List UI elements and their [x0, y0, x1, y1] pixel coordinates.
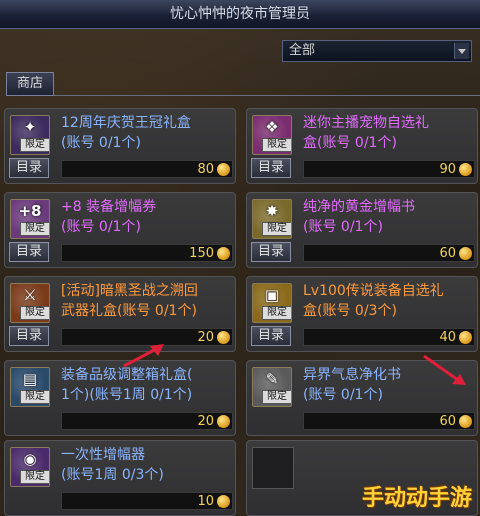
- item-card[interactable]: ✦ 限定 12周年庆贺王冠礼盒 (账号 0/1个) 目录 80: [4, 108, 236, 184]
- limited-badge: 限定: [262, 138, 291, 152]
- coin-icon: [217, 415, 230, 428]
- item-icon[interactable]: ⚔ 限定: [10, 283, 50, 323]
- item-icon-glyph: ✦: [23, 118, 37, 136]
- item-icon-glyph: ▣: [264, 286, 280, 304]
- item-price: 40: [439, 330, 456, 345]
- item-price: 20: [197, 330, 214, 345]
- item-icon[interactable]: ✎ 限定: [252, 367, 292, 407]
- item-card[interactable]: ▣ 限定 Lv100传说装备自选礼 盒(账号 0/3个) 目录 40: [246, 276, 478, 352]
- item-price: 150: [189, 246, 214, 261]
- chevron-down-icon[interactable]: [454, 43, 469, 59]
- coin-icon: [459, 163, 472, 176]
- catalog-button[interactable]: 目录: [251, 242, 291, 262]
- window-title: 忧心忡忡的夜市管理员: [0, 0, 480, 29]
- price-bar: 60: [303, 244, 475, 262]
- item-icon[interactable]: ◉ 限定: [10, 447, 50, 487]
- limited-badge: 限定: [262, 306, 291, 320]
- item-price: 60: [439, 414, 456, 429]
- watermark-logo: 手动动手游: [361, 486, 472, 511]
- coin-icon: [217, 495, 230, 508]
- price-bar: 20: [61, 412, 233, 430]
- limited-badge: 限定: [20, 306, 49, 320]
- item-icon[interactable]: ✸ 限定: [252, 199, 292, 239]
- item-icon[interactable]: ✦ 限定: [10, 115, 50, 155]
- item-name: 异界气息净化书 (账号 0/1个): [303, 367, 401, 403]
- item-icon-glyph: ◉: [23, 450, 37, 468]
- item-name: 纯净的黄金增幅书 (账号 0/1个): [303, 199, 415, 235]
- tab-shop[interactable]: 商店: [6, 72, 54, 96]
- item-icon-glyph: +8: [18, 202, 42, 220]
- coin-icon: [217, 331, 230, 344]
- price-bar: 90: [303, 160, 475, 178]
- item-icon[interactable]: +8 限定: [10, 199, 50, 239]
- item-card[interactable]: ◉ 限定 一次性增幅器 (账号1周 0/3个) 10: [4, 440, 236, 516]
- item-name: 一次性增幅器 (账号1周 0/3个): [61, 447, 164, 483]
- item-name: 12周年庆贺王冠礼盒 (账号 0/1个): [61, 115, 191, 151]
- item-price: 60: [439, 246, 456, 261]
- price-bar: 20: [61, 328, 233, 346]
- item-name: +8 装备增幅券 (账号 0/1个): [61, 199, 157, 235]
- item-price: 90: [439, 162, 456, 177]
- item-card[interactable]: ❖ 限定 迷你主播宠物自选礼 盒(账号 0/1个) 目录 90: [246, 108, 478, 184]
- item-name: 装备品级调整箱礼盒( 1个)(账号1周 0/1个): [61, 367, 193, 403]
- item-price: 20: [197, 414, 214, 429]
- limited-badge: 限定: [20, 470, 49, 484]
- item-card[interactable]: +8 限定 +8 装备增幅券 (账号 0/1个) 目录 150: [4, 192, 236, 268]
- catalog-button[interactable]: 目录: [9, 242, 49, 262]
- price-bar: 150: [61, 244, 233, 262]
- item-price: 10: [197, 494, 214, 509]
- item-card[interactable]: ⚔ 限定 [活动]暗黑圣战之溯回 武器礼盒(账号 0/1个) 目录 20: [4, 276, 236, 352]
- item-name: Lv100传说装备自选礼 盒(账号 0/3个): [303, 283, 444, 319]
- catalog-button[interactable]: 目录: [9, 158, 49, 178]
- item-icon-glyph: ⚔: [23, 286, 37, 304]
- item-name: [活动]暗黑圣战之溯回 武器礼盒(账号 0/1个): [61, 283, 198, 319]
- price-bar: 60: [303, 412, 475, 430]
- coin-icon: [217, 247, 230, 260]
- empty-icon-slot: [252, 447, 294, 489]
- item-icon-glyph: ❖: [265, 118, 279, 136]
- item-icon[interactable]: ▣ 限定: [252, 283, 292, 323]
- category-dropdown[interactable]: 全部: [282, 40, 472, 62]
- item-card[interactable]: ✸ 限定 纯净的黄金增幅书 (账号 0/1个) 目录 60: [246, 192, 478, 268]
- limited-badge: 限定: [262, 390, 291, 404]
- item-icon[interactable]: ▤ 限定: [10, 367, 50, 407]
- coin-icon: [217, 163, 230, 176]
- tab-divider: [54, 95, 480, 96]
- limited-badge: 限定: [20, 138, 49, 152]
- limited-badge: 限定: [20, 390, 49, 404]
- item-name: 迷你主播宠物自选礼 盒(账号 0/1个): [303, 115, 429, 151]
- coin-icon: [459, 415, 472, 428]
- limited-badge: 限定: [262, 222, 291, 236]
- item-icon-glyph: ✎: [265, 370, 279, 388]
- item-card[interactable]: ✎ 限定 异界气息净化书 (账号 0/1个) 60: [246, 360, 478, 436]
- item-icon-glyph: ✸: [265, 202, 279, 220]
- price-bar: 10: [61, 492, 233, 510]
- item-icon-glyph: ▤: [22, 370, 38, 388]
- catalog-button[interactable]: 目录: [251, 326, 291, 346]
- item-price: 80: [197, 162, 214, 177]
- coin-icon: [459, 247, 472, 260]
- item-icon[interactable]: ❖ 限定: [252, 115, 292, 155]
- catalog-button[interactable]: 目录: [251, 158, 291, 178]
- coin-icon: [459, 331, 472, 344]
- limited-badge: 限定: [20, 222, 49, 236]
- price-bar: 40: [303, 328, 475, 346]
- item-card[interactable]: ▤ 限定 装备品级调整箱礼盒( 1个)(账号1周 0/1个) 20: [4, 360, 236, 436]
- catalog-button[interactable]: 目录: [9, 326, 49, 346]
- price-bar: 80: [61, 160, 233, 178]
- category-dropdown-value: 全部: [289, 43, 316, 58]
